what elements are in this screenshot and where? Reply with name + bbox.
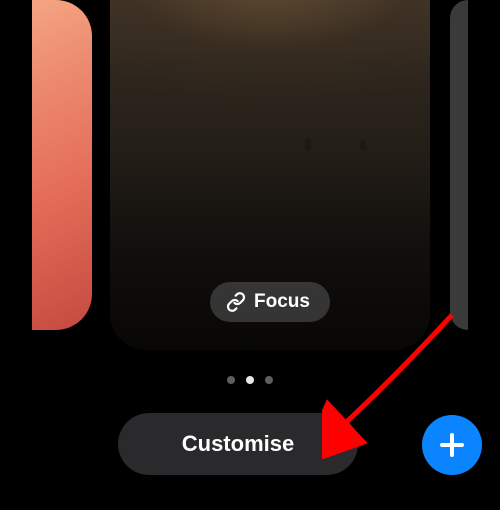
page-dot (227, 376, 235, 384)
wallpaper-carousel[interactable]: Focus (0, 0, 500, 350)
wallpaper-card-previous[interactable] (32, 0, 92, 330)
page-dot-active (246, 376, 254, 384)
customise-label: Customise (182, 431, 294, 457)
wallpaper-silhouette (360, 140, 366, 150)
focus-button[interactable]: Focus (210, 282, 330, 322)
link-icon (226, 292, 246, 312)
plus-icon (437, 430, 467, 460)
customise-button[interactable]: Customise (118, 413, 358, 475)
bottom-bar: Customise (0, 405, 500, 485)
focus-label: Focus (254, 291, 310, 313)
wallpaper-card-current[interactable]: Focus (110, 0, 430, 350)
page-indicator (227, 376, 273, 384)
page-dot (265, 376, 273, 384)
wallpaper-silhouette (305, 138, 311, 150)
wallpaper-card-next[interactable] (450, 0, 468, 330)
wallpaper-horizon (110, 148, 430, 150)
add-wallpaper-button[interactable] (422, 415, 482, 475)
